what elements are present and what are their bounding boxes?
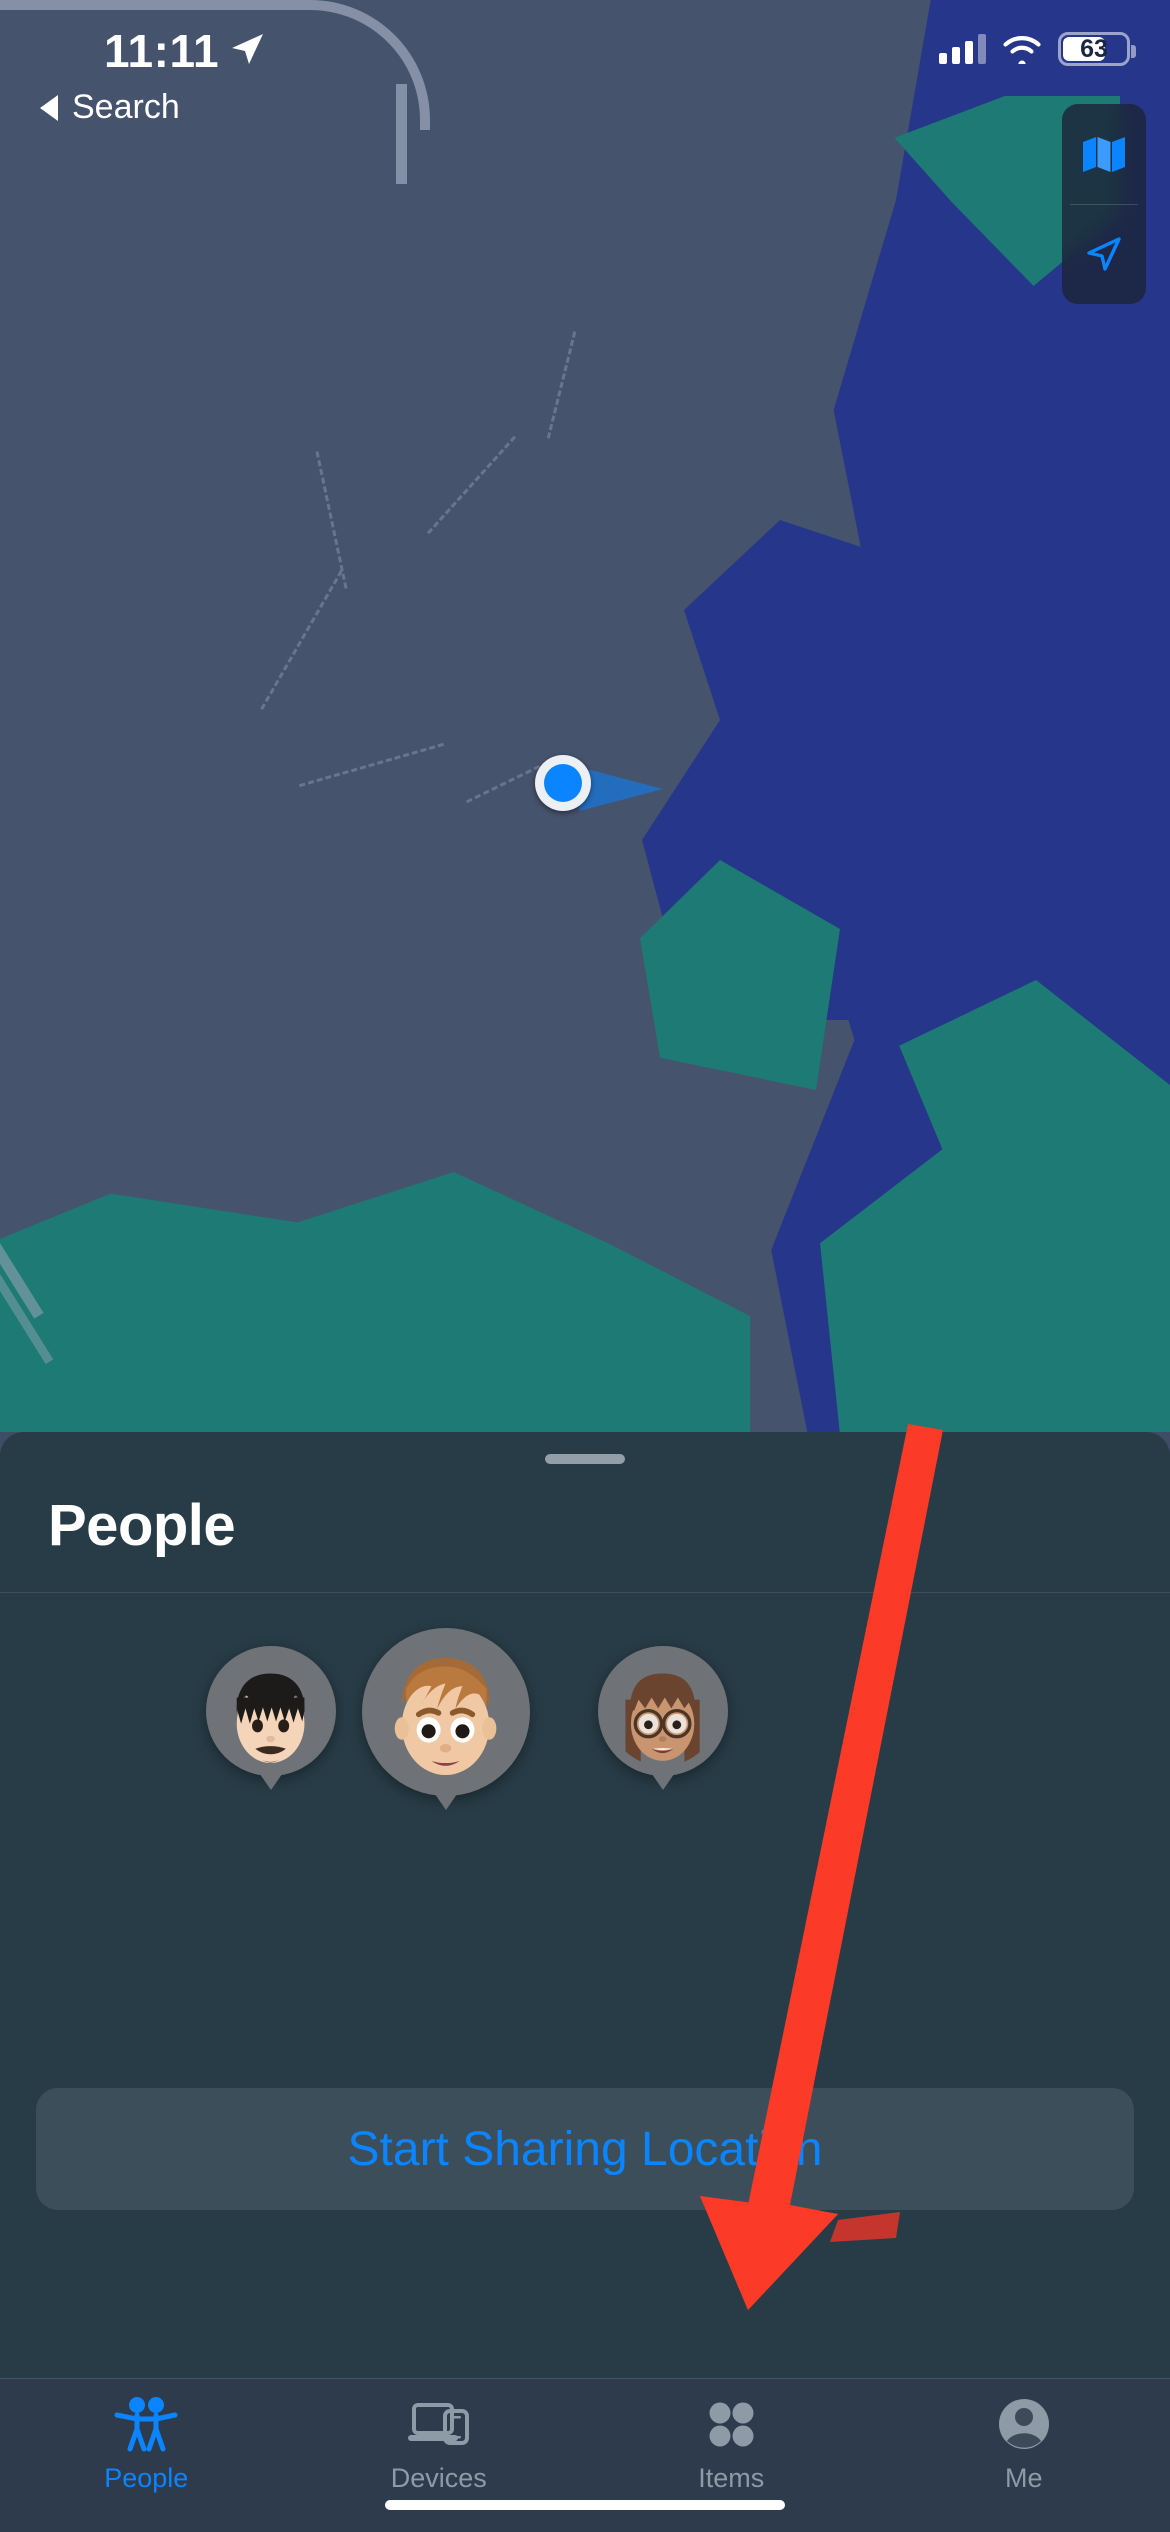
map-controls (1062, 104, 1146, 304)
memoji-auburn-hair-icon (395, 1658, 497, 1776)
home-indicator (385, 2500, 785, 2510)
user-location-marker (535, 755, 663, 811)
person-avatar-pin[interactable] (362, 1628, 530, 1796)
tab-items-label: Items (698, 2463, 765, 2493)
avatar (608, 1656, 717, 1766)
map-road-vertical (396, 84, 407, 184)
person-avatar-pin[interactable] (598, 1646, 728, 1776)
tab-me-label: Me (1004, 2463, 1043, 2493)
cellular-bars-icon (939, 34, 986, 64)
page-title: People (48, 1493, 236, 1558)
location-dot (544, 764, 582, 802)
phone-screen: 11:11 63 Search People Start Sharing Loc… (0, 0, 1170, 2532)
avatar (216, 1656, 325, 1765)
wifi-icon (1003, 36, 1041, 64)
status-time: 11:11 (104, 25, 220, 77)
locate-me-button[interactable] (1062, 205, 1146, 305)
four-dots-grid-icon (702, 2393, 760, 2455)
sheet-divider (0, 1592, 1170, 1593)
two-people-icon (113, 2393, 179, 2455)
start-sharing-location-label: Start Sharing Location (347, 2122, 823, 2176)
avatar (375, 1641, 516, 1782)
back-to-search-button[interactable]: Search (36, 88, 180, 127)
battery-percent-label: 63 (1080, 34, 1108, 63)
map-style-button[interactable] (1062, 104, 1146, 204)
tab-me[interactable]: Me (878, 2379, 1170, 2532)
battery-icon: 63 (1058, 32, 1136, 66)
status-bar: 11:11 63 (0, 0, 1170, 96)
memoji-dark-hair-mustache-icon (237, 1673, 305, 1764)
people-avatar-group (0, 1628, 1170, 1862)
heading-cone (579, 767, 663, 811)
tab-people[interactable]: People (0, 2379, 293, 2532)
navigation-arrow-icon (1087, 237, 1121, 271)
back-to-search-label: Search (72, 88, 180, 126)
person-avatar-pin[interactable] (206, 1646, 336, 1776)
person-circle-icon (995, 2393, 1053, 2455)
start-sharing-location-button[interactable]: Start Sharing Location (36, 2088, 1134, 2210)
map-view[interactable] (0, 0, 1170, 1432)
people-sheet: People Start Sharing Location (0, 1432, 1170, 2378)
tab-devices-label: Devices (390, 2463, 487, 2493)
sheet-grabber[interactable] (545, 1454, 625, 1464)
status-icons: 63 (939, 32, 1136, 66)
map-folded-icon (1083, 136, 1125, 172)
laptop-phone-icon (404, 2393, 474, 2455)
location-arrow-icon (228, 30, 266, 73)
memoji-glasses-long-hair-icon (625, 1673, 701, 1766)
back-chevron-icon (40, 94, 58, 121)
tab-people-label: People (104, 2463, 189, 2493)
